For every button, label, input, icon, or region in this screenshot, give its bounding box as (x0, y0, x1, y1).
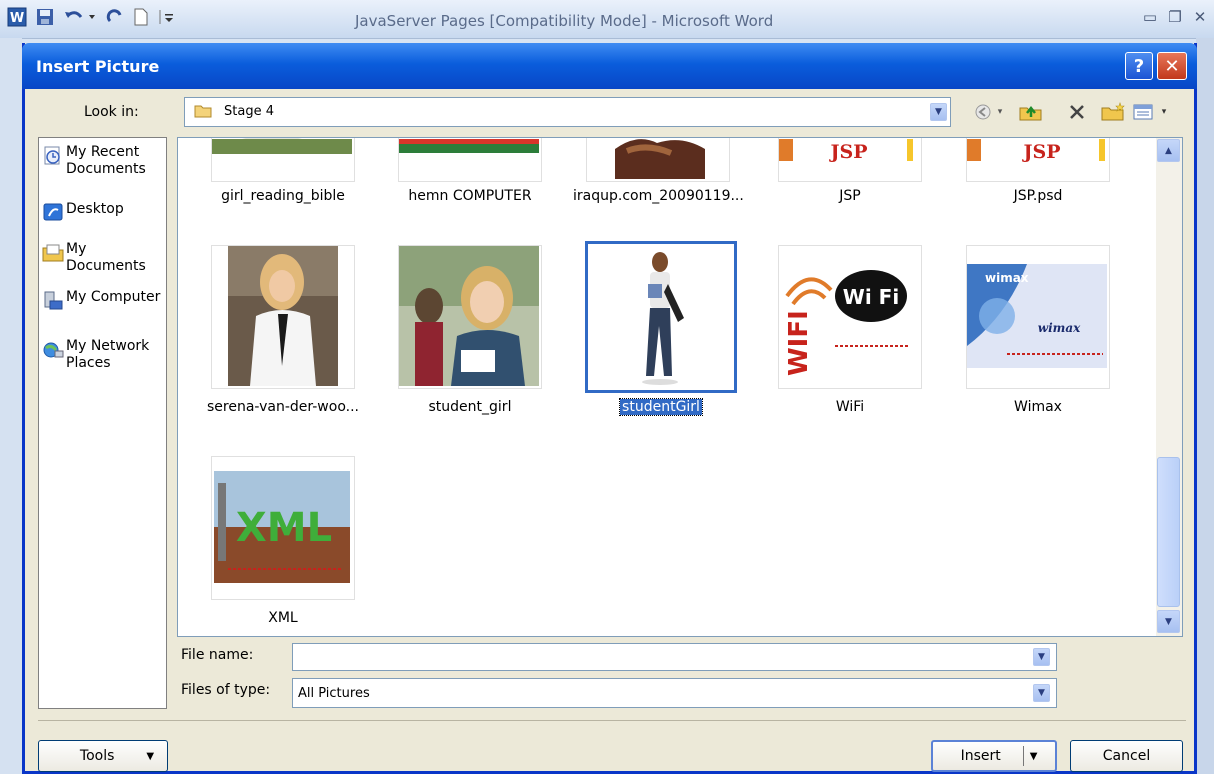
file-name-label: Wimax (1014, 399, 1062, 415)
scrollbar-thumb[interactable] (1157, 457, 1180, 607)
tools-button-label: Tools (79, 748, 115, 764)
thumb-wifi-text: Wi Fi (843, 285, 899, 309)
save-icon[interactable] (32, 6, 58, 28)
help-button[interactable]: ? (1125, 52, 1153, 80)
word-document-edge (0, 38, 22, 774)
thumb-jsp-psd-text: JSP (1022, 141, 1061, 163)
back-icon[interactable] (972, 101, 994, 123)
places-item-label: My Documents (66, 241, 146, 274)
thumb-wifi[interactable]: WIFI Wi Fi (778, 245, 922, 389)
files-of-type-dropdown-button[interactable]: ▼ (1033, 684, 1050, 702)
files-of-type-select[interactable] (292, 678, 1057, 708)
file-name-field[interactable] (292, 643, 1057, 671)
desktop-icon (43, 203, 63, 221)
new-document-icon[interactable] (130, 6, 152, 28)
file-name-label: student_girl (428, 399, 512, 415)
file-name-label: iraqup.com_20090119... (573, 188, 744, 204)
thumb-jsp-psd[interactable]: JSP (966, 138, 1110, 182)
thumb-xml[interactable]: XML (211, 456, 355, 600)
insert-button[interactable]: Insert ▼ (931, 740, 1057, 772)
thumb-jsp-text: JSP (829, 141, 868, 163)
redo-icon[interactable] (104, 6, 126, 28)
svg-text:wimax: wimax (985, 271, 1029, 285)
scroll-up-button[interactable]: ▲ (1157, 139, 1180, 162)
network-places-icon (43, 342, 64, 358)
separator (38, 720, 1186, 721)
file-name-label: hemn COMPUTER (408, 188, 532, 204)
look-in-combobox[interactable] (184, 97, 951, 127)
dialog-title: Insert Picture (36, 57, 160, 76)
svg-text:WIFI: WIFI (784, 310, 814, 376)
places-item-label: My Recent Documents (66, 144, 146, 177)
thumb-jsp[interactable]: JSP (778, 138, 922, 182)
thumb-wimax[interactable]: wimax wimax (966, 245, 1110, 389)
thumb-hemn-computer[interactable] (398, 138, 542, 182)
thumb-wimax-text: wimax (1038, 321, 1081, 335)
thumb-studentgirl[interactable] (585, 241, 737, 393)
undo-icon[interactable] (62, 6, 100, 28)
file-name-dropdown-button[interactable]: ▼ (1033, 648, 1050, 666)
file-name-label: WiFi (835, 399, 865, 415)
cancel-button[interactable]: Cancel (1070, 740, 1183, 772)
thumb-girl-reading-bible[interactable] (211, 138, 355, 182)
places-item-label: My Computer (66, 289, 161, 305)
file-name-label: JSP.psd (1013, 188, 1063, 204)
word-app-icon[interactable]: W (6, 6, 28, 28)
close-button[interactable]: ✕ (1157, 52, 1187, 80)
file-list[interactable]: JSP JSP girl_reading_bible hemn COMPUTER… (177, 137, 1183, 637)
chevron-down-icon[interactable]: ▼ (1030, 751, 1038, 762)
back-dropdown-icon[interactable]: ▾ (994, 101, 1006, 123)
thumb-student-girl[interactable] (398, 245, 542, 389)
thumb-xml-text: XML (236, 505, 332, 551)
look-in-dropdown-button[interactable]: ▼ (930, 103, 947, 121)
places-item-my-computer[interactable]: My Computer (42, 289, 166, 311)
thumb-serena[interactable] (211, 245, 355, 389)
create-new-folder-icon[interactable] (1100, 101, 1126, 123)
restore-icon[interactable]: ❐ (1164, 8, 1186, 26)
scroll-down-button[interactable]: ▼ (1157, 610, 1180, 633)
tools-button[interactable]: Tools ▼ (38, 740, 168, 772)
places-item-network[interactable]: My Network Places (42, 338, 166, 372)
places-item-label: Desktop (66, 201, 124, 217)
chevron-down-icon: ▼ (146, 750, 155, 762)
file-name-label: XML (268, 610, 298, 626)
file-name-label: girl_reading_bible (221, 188, 345, 204)
my-computer-icon (44, 291, 63, 310)
file-name-label: File name: (181, 647, 254, 663)
views-icon[interactable] (1131, 101, 1155, 123)
file-name-label-selected: studentGirl (619, 398, 703, 416)
folder-icon (194, 105, 212, 118)
files-of-type-value: All Pictures (298, 686, 370, 701)
places-item-label: My Network Places (66, 338, 150, 371)
look-in-label: Look in: (84, 104, 139, 120)
file-name-label: JSP (839, 188, 861, 204)
insert-button-label: Insert (960, 748, 1001, 764)
look-in-value: Stage 4 (224, 104, 274, 119)
window-close-icon[interactable]: ✕ (1189, 8, 1211, 26)
minimize-icon[interactable]: ▭ (1139, 8, 1161, 26)
places-item-desktop[interactable]: Desktop (42, 201, 166, 223)
views-dropdown-icon[interactable]: ▾ (1158, 101, 1170, 123)
insert-dropdown-divider (1022, 746, 1024, 766)
places-item-my-documents[interactable]: My Documents (42, 241, 166, 275)
recent-documents-icon (44, 146, 60, 165)
places-item-recent[interactable]: My Recent Documents (42, 144, 166, 178)
word-ruler-edge (1196, 38, 1214, 774)
svg-text:W: W (10, 11, 24, 26)
window-title: JavaServer Pages [Compatibility Mode] - … (355, 12, 774, 30)
my-documents-icon (42, 244, 64, 262)
delete-icon[interactable] (1066, 101, 1088, 123)
files-of-type-label: Files of type: (181, 682, 271, 698)
dialog-titlebar[interactable] (22, 43, 1197, 89)
file-name-label: serena-van-der-woo... (207, 399, 359, 415)
thumb-iraqup[interactable] (586, 138, 730, 182)
customize-toolbar-icon[interactable] (156, 6, 178, 28)
up-one-level-icon[interactable] (1018, 101, 1044, 123)
